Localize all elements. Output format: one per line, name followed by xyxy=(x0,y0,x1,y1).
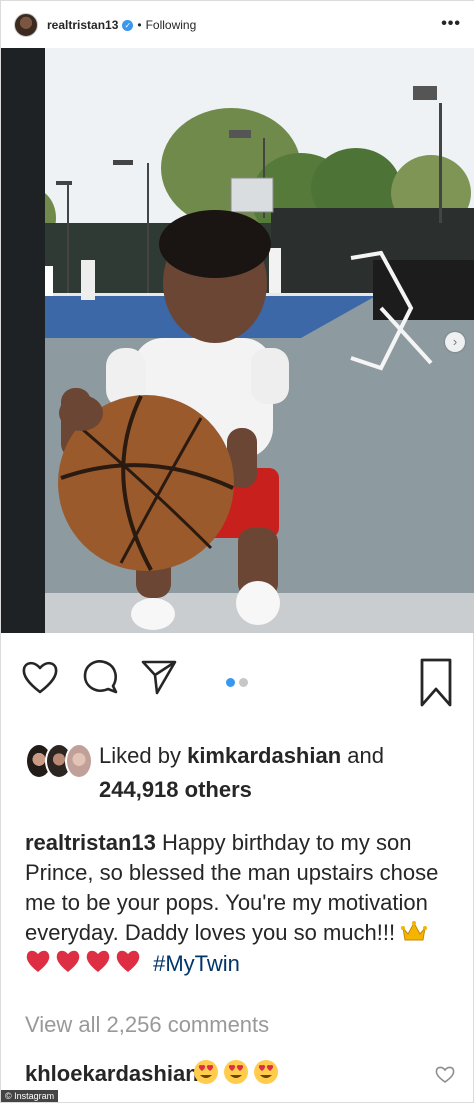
comment-like-heart-icon[interactable] xyxy=(435,1065,455,1089)
carousel-dot-active xyxy=(226,678,235,687)
red-heart-emoji-icon xyxy=(56,950,80,972)
carousel-indicator xyxy=(226,678,248,687)
red-heart-emoji-icon xyxy=(86,950,110,972)
likes-section: Liked by kimkardashian and 244,918 other… xyxy=(25,739,465,809)
comment-emojis xyxy=(193,1059,279,1085)
action-bar xyxy=(1,653,474,713)
verified-badge-icon: ✓ xyxy=(122,19,134,31)
red-hearts-emojis xyxy=(25,948,141,974)
caption-username[interactable]: realtristan13 xyxy=(25,830,156,855)
hashtag-link[interactable]: #MyTwin xyxy=(153,951,240,976)
bookmark-icon[interactable] xyxy=(419,657,453,714)
heart-eyes-emoji-icon xyxy=(224,1060,248,1084)
crown-emoji-icon xyxy=(401,921,428,941)
next-photo-button[interactable]: › xyxy=(445,332,465,352)
likes-connector: and xyxy=(347,743,384,768)
heart-eyes-emoji-icon xyxy=(254,1060,278,1084)
like-heart-icon[interactable] xyxy=(21,659,59,700)
post-username[interactable]: realtristan13 xyxy=(47,18,118,32)
view-all-comments-link[interactable]: View all 2,256 comments xyxy=(25,1012,269,1038)
liker-avatar xyxy=(65,743,93,779)
avatar[interactable] xyxy=(14,13,38,37)
following-button[interactable]: Following xyxy=(146,18,197,32)
likes-prefix: Liked by xyxy=(99,743,181,768)
comment-username[interactable]: khloekardashian xyxy=(25,1061,199,1087)
image-credit: © Instagram xyxy=(1,1090,59,1102)
liker-avatars[interactable] xyxy=(25,743,95,779)
heart-eyes-emoji-icon xyxy=(194,1060,218,1084)
post-caption: realtristan13 Happy birthday to my son P… xyxy=(25,828,455,979)
post-photo[interactable]: › xyxy=(1,48,474,633)
red-heart-emoji-icon xyxy=(116,950,140,972)
carousel-dot xyxy=(239,678,248,687)
likes-text: Liked by kimkardashian and xyxy=(99,743,384,769)
post-header: realtristan13 ✓ • Following ••• xyxy=(1,1,474,49)
more-options-icon[interactable]: ••• xyxy=(441,15,461,33)
liker-username[interactable]: kimkardashian xyxy=(187,743,341,768)
instagram-post: realtristan13 ✓ • Following ••• › Liked … xyxy=(0,0,474,1103)
red-heart-emoji-icon xyxy=(26,950,50,972)
header-separator: • xyxy=(137,18,142,32)
likes-count[interactable]: 244,918 others xyxy=(99,777,252,803)
comment-icon[interactable] xyxy=(83,659,119,700)
photo-toddler-basketball xyxy=(1,48,474,633)
comment-item: khloekardashian xyxy=(25,1057,465,1093)
share-direct-icon[interactable] xyxy=(141,659,177,700)
